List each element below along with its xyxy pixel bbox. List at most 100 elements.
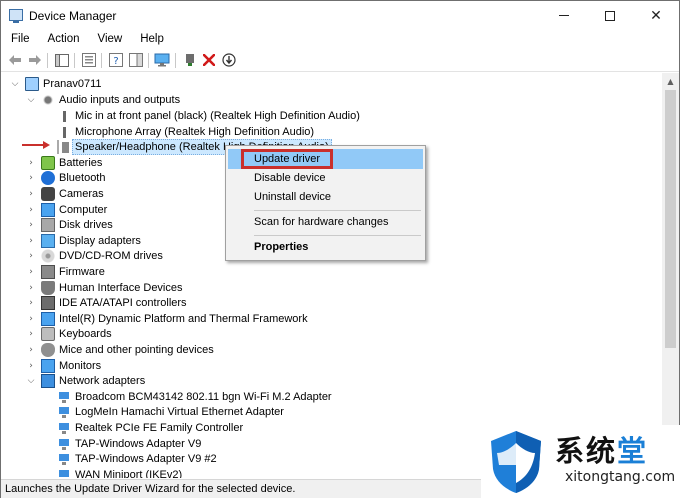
microphone-icon: [57, 125, 71, 139]
uninstall-icon[interactable]: [201, 52, 217, 68]
expand-chevron-icon[interactable]: ›: [26, 186, 36, 202]
expand-chevron-icon[interactable]: ›: [26, 217, 36, 233]
collapse-chevron-icon[interactable]: ⌵: [26, 373, 36, 389]
scrollbar-thumb[interactable]: [665, 90, 676, 348]
tree-item-label: Network adapters: [59, 375, 146, 387]
computer-root-icon: [25, 77, 39, 91]
tree-item-label: Disk drives: [59, 219, 113, 231]
tree-item-label: Microphone Array (Realtek High Definitio…: [75, 126, 315, 138]
properties-icon[interactable]: [81, 52, 97, 68]
tree-item-audio-inputs-outputs[interactable]: ⌵ Audio inputs and outputs: [1, 92, 301, 108]
tree-item-realtek-pcie[interactable]: Realtek PCIe FE Family Controller: [1, 420, 401, 436]
watermark-title: 系统堂: [555, 428, 648, 470]
show-hide-tree-icon[interactable]: [54, 52, 70, 68]
watermark-url: xitongtang.com: [565, 469, 676, 485]
tree-item-hamachi[interactable]: LogMeIn Hamachi Virtual Ethernet Adapter: [1, 404, 401, 420]
network-card-icon: [57, 405, 71, 419]
tree-item-firmware[interactable]: › Firmware: [1, 264, 301, 280]
monitor-icon[interactable]: [154, 52, 170, 68]
forward-icon[interactable]: [27, 52, 43, 68]
tree-item-mic-front-panel[interactable]: Mic in at front panel (black) (Realtek H…: [1, 108, 401, 124]
tree-root-label: Pranav0711: [43, 78, 102, 90]
tree-item-monitors[interactable]: › Monitors: [1, 358, 301, 374]
context-menu: Update driver Disable device Uninstall d…: [225, 145, 426, 261]
expand-chevron-icon[interactable]: ›: [26, 170, 36, 186]
vertical-scrollbar[interactable]: ▲ ▼: [662, 73, 679, 479]
tree-item-microphone-array[interactable]: Microphone Array (Realtek High Definitio…: [1, 124, 401, 140]
tree-item-label: Monitors: [59, 360, 102, 372]
tree-item-hid[interactable]: › Human Interface Devices: [1, 280, 301, 296]
computer-icon: [41, 203, 55, 217]
collapse-chevron-icon[interactable]: ⌵: [26, 92, 36, 108]
update-driver-icon[interactable]: [182, 52, 198, 68]
tree-item-label: TAP-Windows Adapter V9: [75, 438, 202, 450]
context-menu-properties[interactable]: Properties: [228, 237, 423, 257]
tree-item-ide-controllers[interactable]: › IDE ATA/ATAPI controllers: [1, 295, 301, 311]
firmware-icon: [41, 265, 55, 279]
menu-file[interactable]: File: [1, 30, 38, 49]
tree-item-label: Firmware: [59, 266, 105, 278]
expand-chevron-icon[interactable]: ›: [26, 264, 36, 280]
window-title: Device Manager: [29, 9, 117, 23]
network-card-icon: [57, 421, 71, 435]
tree-item-label: Cameras: [59, 188, 104, 200]
watermark-title-part2: 堂: [617, 434, 649, 468]
expand-chevron-icon[interactable]: ›: [26, 248, 36, 264]
title-bar[interactable]: Device Manager ✕: [1, 1, 679, 30]
tree-item-wan-miniport[interactable]: WAN Miniport (IKEv2): [1, 467, 401, 478]
expand-chevron-icon[interactable]: ›: [26, 311, 36, 327]
scroll-up-icon[interactable]: ▲: [662, 73, 679, 90]
maximize-button[interactable]: [587, 1, 633, 30]
mouse-icon: [41, 343, 55, 357]
close-icon: ✕: [650, 7, 662, 24]
action-pane-icon[interactable]: [128, 52, 144, 68]
ide-controller-icon: [41, 296, 55, 310]
tree-item-label: DVD/CD-ROM drives: [59, 250, 163, 262]
device-manager-window: Device Manager ✕ File Action View Help ?: [0, 0, 680, 498]
tree-item-label: IDE ATA/ATAPI controllers: [59, 297, 187, 309]
tree-item-label: Bluetooth: [59, 172, 106, 184]
expand-chevron-icon[interactable]: ›: [26, 295, 36, 311]
tree-item-tap-adapter-v9[interactable]: TAP-Windows Adapter V9: [1, 436, 401, 452]
expand-chevron-icon[interactable]: ›: [26, 342, 36, 358]
svg-text:?: ?: [113, 56, 118, 67]
tree-item-label: Batteries: [59, 157, 103, 169]
network-card-icon: [57, 437, 71, 451]
toolbar-separator: [148, 53, 149, 68]
display-adapter-icon: [41, 234, 55, 248]
speaker-icon: [57, 140, 71, 154]
menu-help[interactable]: Help: [130, 30, 172, 49]
back-icon[interactable]: [7, 52, 23, 68]
tree-item-network-adapters[interactable]: ⌵ Network adapters: [1, 373, 301, 389]
expand-chevron-icon[interactable]: ›: [26, 155, 36, 171]
tree-root[interactable]: ⌵ Pranav0711: [1, 76, 301, 92]
context-menu-scan-hardware[interactable]: Scan for hardware changes: [228, 212, 423, 232]
intel-framework-icon: [41, 312, 55, 326]
expand-chevron-icon[interactable]: ›: [26, 280, 36, 296]
tree-item-intel-framework[interactable]: › Intel(R) Dynamic Platform and Thermal …: [1, 311, 321, 327]
menu-action[interactable]: Action: [38, 30, 88, 49]
menu-view[interactable]: View: [88, 30, 131, 49]
close-button[interactable]: ✕: [633, 1, 679, 30]
tree-item-keyboards[interactable]: › Keyboards: [1, 326, 301, 342]
expand-chevron-icon[interactable]: ›: [26, 326, 36, 342]
scan-hardware-icon[interactable]: [221, 52, 237, 68]
expand-chevron-icon[interactable]: ›: [26, 233, 36, 249]
context-menu-uninstall-device[interactable]: Uninstall device: [228, 187, 423, 207]
expand-chevron-icon[interactable]: ›: [26, 358, 36, 374]
minimize-button[interactable]: [541, 1, 587, 30]
help-icon[interactable]: ?: [108, 52, 124, 68]
tree-item-label: Keyboards: [59, 328, 112, 340]
context-menu-disable-device[interactable]: Disable device: [228, 168, 423, 188]
tree-item-label: Broadcom BCM43142 802.11 bgn Wi-Fi M.2 A…: [75, 391, 332, 403]
device-tree[interactable]: ⌵ Pranav0711 ⌵ Audio inputs and outputs …: [1, 73, 662, 478]
tree-item-broadcom-wifi[interactable]: Broadcom BCM43142 802.11 bgn Wi-Fi M.2 A…: [1, 389, 401, 405]
expand-chevron-icon[interactable]: ›: [26, 202, 36, 218]
toolbar: ?: [1, 49, 679, 72]
tree-item-tap-adapter-v9-2[interactable]: TAP-Windows Adapter V9 #2: [1, 451, 401, 467]
network-card-icon: [57, 390, 71, 404]
tree-item-mice[interactable]: › Mice and other pointing devices: [1, 342, 301, 358]
tree-item-label: Human Interface Devices: [59, 282, 183, 294]
collapse-chevron-icon[interactable]: ⌵: [10, 76, 20, 92]
bluetooth-icon: [41, 171, 55, 185]
